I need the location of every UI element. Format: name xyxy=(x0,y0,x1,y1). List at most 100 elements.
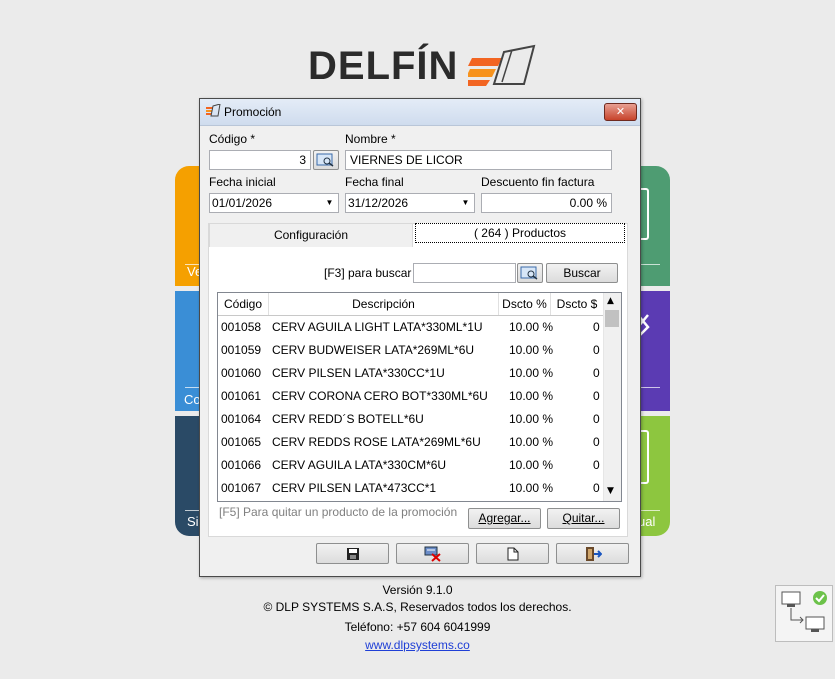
search-icon xyxy=(316,153,334,167)
logo-mark-icon xyxy=(468,44,536,86)
cell-val: 0 xyxy=(593,389,600,403)
fecha-final-select[interactable]: 31/12/2026 ▼ xyxy=(345,193,475,213)
cell-val: 0 xyxy=(593,412,600,426)
agregar-button[interactable]: Agregar... xyxy=(468,508,541,529)
cell-descripcion: CERV REDDS ROSE LATA*269ML*6U xyxy=(272,435,481,449)
search-picker-button[interactable] xyxy=(517,263,543,283)
search-label: [F3] para buscar xyxy=(324,266,412,280)
cell-codigo: 001059 xyxy=(221,343,262,357)
cell-descripcion: CERV AGUILA LIGHT LATA*330ML*1U xyxy=(272,320,483,334)
cell-descripcion: CERV AGUILA LATA*330CM*6U xyxy=(272,458,447,472)
cell-pct: 10.00 % xyxy=(509,389,554,403)
column-header-dscto-val[interactable]: Dscto $ xyxy=(551,293,603,315)
nombre-field[interactable]: VIERNES DE LICOR xyxy=(345,150,612,170)
new-button[interactable] xyxy=(476,543,549,564)
table-row[interactable]: 001066 CERV AGUILA LATA*330CM*6U 10.00 % 0 xyxy=(218,454,603,477)
cell-val: 0 xyxy=(593,481,600,495)
vertical-scrollbar[interactable]: ▲ ▼ xyxy=(603,293,621,501)
fecha-final-value: 31/12/2026 xyxy=(348,196,409,210)
dialog-titlebar[interactable]: Promoción ✕ xyxy=(200,99,640,126)
website-link-text[interactable]: www.dlpsystems.co xyxy=(365,638,470,652)
chevron-down-icon: ▼ xyxy=(325,198,334,207)
delete-button[interactable] xyxy=(396,543,469,564)
tile-right-top[interactable] xyxy=(638,166,670,286)
copyright-text: © DLP SYSTEMS S.A.S, Reservados todos lo… xyxy=(263,600,572,614)
cell-pct: 10.00 % xyxy=(509,412,554,426)
search-icon xyxy=(520,266,538,280)
fecha-inicial-select[interactable]: 01/01/2026 ▼ xyxy=(209,193,339,213)
cell-codigo: 001065 xyxy=(221,435,262,449)
cell-codigo: 001064 xyxy=(221,412,262,426)
column-header-codigo[interactable]: Código xyxy=(218,293,269,315)
cell-pct: 10.00 % xyxy=(509,320,554,334)
website-link[interactable]: www.dlpsystems.co xyxy=(0,638,835,652)
column-header-descripcion[interactable]: Descripción xyxy=(269,293,499,315)
tile-compras[interactable]: Co xyxy=(175,291,201,411)
dialog-title: Promoción xyxy=(224,105,282,119)
chevron-down-icon: ▼ xyxy=(461,198,470,207)
cell-val: 0 xyxy=(593,366,600,380)
tile-right-middle[interactable] xyxy=(638,291,670,411)
exit-button[interactable] xyxy=(556,543,629,564)
buscar-button[interactable]: Buscar xyxy=(546,263,618,283)
codigo-field[interactable]: 3 xyxy=(209,150,311,170)
tile-sistema[interactable]: Si xyxy=(175,416,201,536)
quitar-button[interactable]: Quitar... xyxy=(547,508,620,529)
cell-descripcion: CERV PILSEN LATA*330CC*1U xyxy=(272,366,445,380)
cell-descripcion: CERV BUDWEISER LATA*269ML*6U xyxy=(272,343,475,357)
remove-hint: [F5] Para quitar un producto de la promo… xyxy=(219,505,458,519)
scroll-thumb[interactable] xyxy=(605,310,619,327)
network-connected-icon xyxy=(781,591,827,632)
nombre-label: Nombre * xyxy=(345,132,396,146)
column-header-dscto-pct[interactable]: Dscto % xyxy=(499,293,551,315)
cell-descripcion: CERV REDD´S BOTELL*6U xyxy=(272,412,424,426)
cell-pct: 10.00 % xyxy=(509,366,554,380)
close-icon: ✕ xyxy=(615,105,626,118)
codigo-label: Código * xyxy=(209,132,256,146)
tab-configuracion[interactable]: Configuración xyxy=(209,223,413,247)
phone-text: Teléfono: +57 604 6041999 xyxy=(344,620,491,634)
table-row[interactable]: 001065 CERV REDDS ROSE LATA*269ML*6U 10.00… xyxy=(218,431,603,454)
tile-ventas[interactable]: Ve xyxy=(175,166,202,286)
scroll-up-icon[interactable]: ▲ xyxy=(607,296,614,306)
fecha-final-label: Fecha final xyxy=(345,175,404,189)
close-button[interactable]: ✕ xyxy=(604,103,637,121)
products-table: Código Descripción Dscto % Dscto $ 00105… xyxy=(217,292,622,502)
tile-sistema-label: Si xyxy=(187,514,199,529)
descuento-field[interactable]: 0.00 % xyxy=(481,193,612,213)
tile-right-bottom[interactable]: ual xyxy=(638,416,670,536)
cell-pct: 10.00 % xyxy=(509,458,554,472)
cell-val: 0 xyxy=(593,320,600,334)
cell-codigo: 001067 xyxy=(221,481,262,495)
table-header: Código Descripción Dscto % Dscto $ xyxy=(218,293,603,316)
fecha-inicial-label: Fecha inicial xyxy=(209,175,276,189)
table-row[interactable]: 001059 CERV BUDWEISER LATA*269ML*6U 10.00 … xyxy=(218,339,603,362)
search-input[interactable] xyxy=(413,263,516,283)
table-row[interactable]: 001058 CERV AGUILA LIGHT LATA*330ML*1U 10.… xyxy=(218,316,603,339)
cell-pct: 10.00 % xyxy=(509,435,554,449)
logo-text: DELFÍN xyxy=(308,44,459,88)
cell-codigo: 001061 xyxy=(221,389,262,403)
delete-icon xyxy=(424,546,441,562)
table-row[interactable]: 001067 CERV PILSEN LATA*473CC*1 10.00 % 0 xyxy=(218,477,603,500)
table-row[interactable]: 001064 CERV REDD´S BOTELL*6U 10.00 % 0 xyxy=(218,408,603,431)
cell-pct: 10.00 % xyxy=(509,481,554,495)
cell-codigo: 001060 xyxy=(221,366,262,380)
codigo-search-button[interactable] xyxy=(313,150,339,170)
network-status-button[interactable] xyxy=(775,585,833,642)
tab-productos[interactable]: ( 264 ) Productos xyxy=(415,223,625,243)
table-row[interactable]: 001061 CERV CORONA CERO BOT*330ML*6U 10.00… xyxy=(218,385,603,408)
cell-val: 0 xyxy=(593,343,600,357)
fecha-inicial-value: 01/01/2026 xyxy=(212,196,273,210)
new-document-icon xyxy=(507,547,518,561)
cell-pct: 10.00 % xyxy=(509,343,554,357)
cell-codigo: 001066 xyxy=(221,458,262,472)
cell-val: 0 xyxy=(593,458,600,472)
cell-descripcion: CERV PILSEN LATA*473CC*1 xyxy=(272,481,437,495)
save-button[interactable] xyxy=(316,543,389,564)
scroll-down-icon[interactable]: ▼ xyxy=(607,486,614,496)
cell-codigo: 001058 xyxy=(221,320,262,334)
cell-val: 0 xyxy=(593,435,600,449)
table-row[interactable]: 001060 CERV PILSEN LATA*330CC*1U 10.00 % 0 xyxy=(218,362,603,385)
promocion-dialog: Promoción ✕ Código * 3 Nombre * VIERNES … xyxy=(199,98,641,577)
